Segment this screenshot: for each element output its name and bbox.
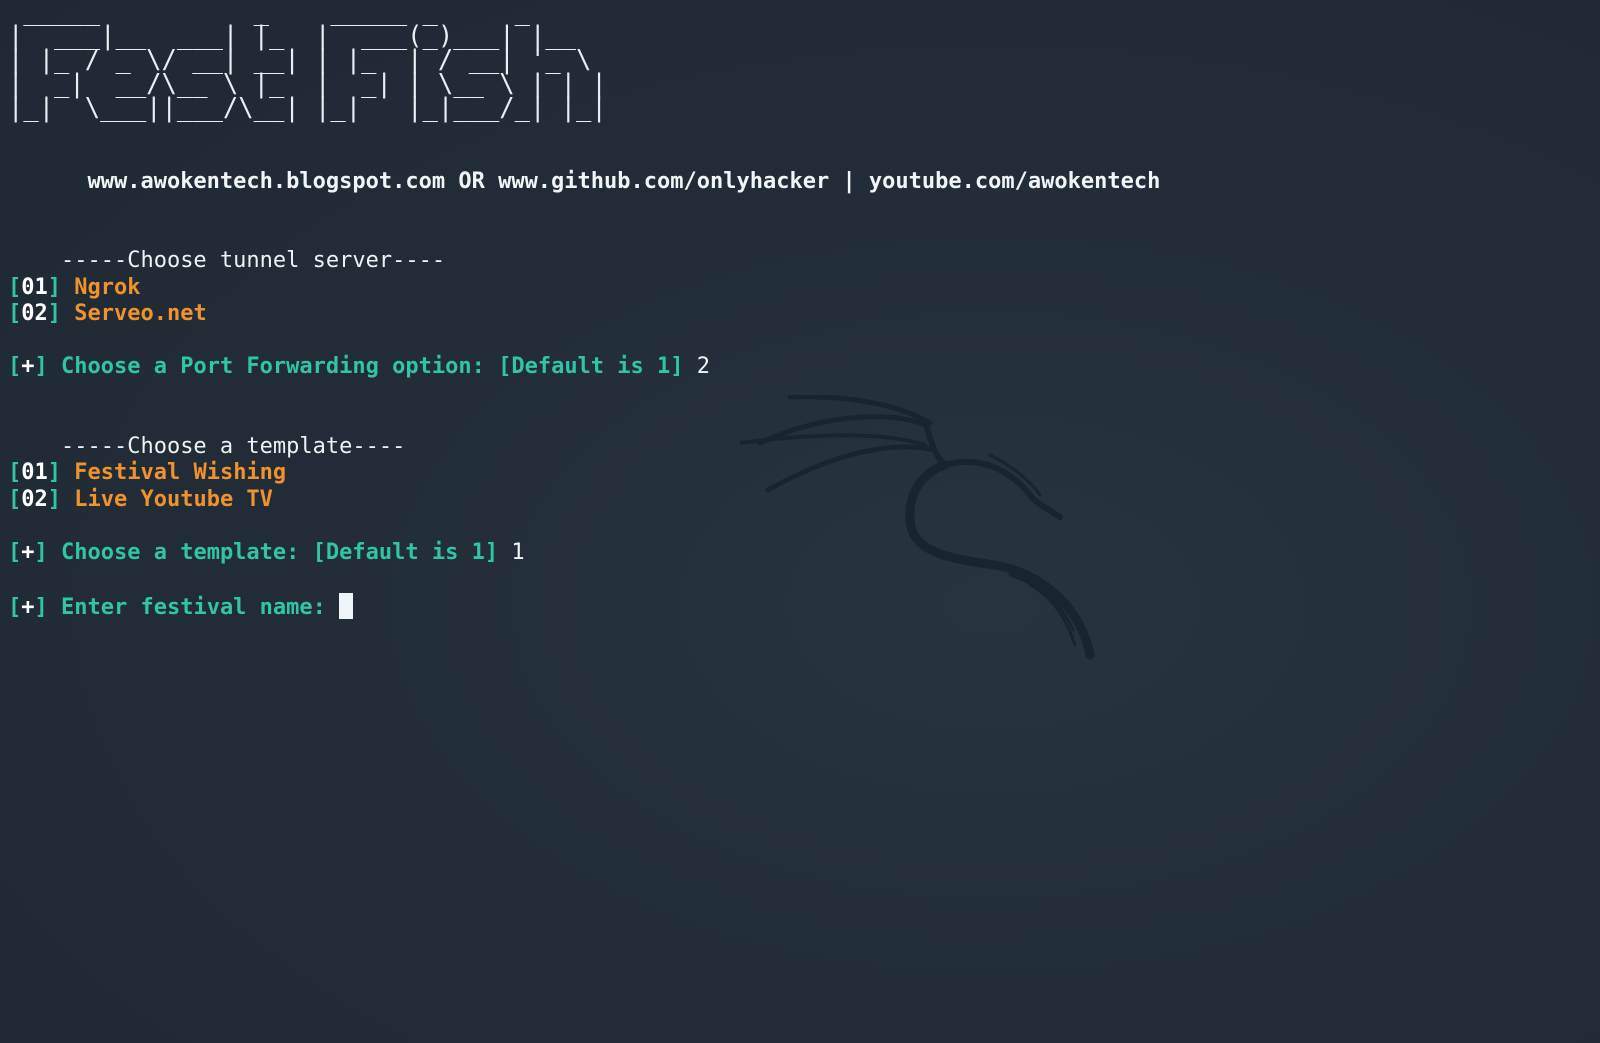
plus-marker: +	[21, 594, 35, 620]
tunnel-header-text: -----Choose tunnel server----	[60, 248, 446, 273]
close-bracket: ]	[47, 486, 61, 512]
close-bracket: ]	[47, 301, 61, 326]
plus-marker: +	[21, 354, 35, 379]
option-number: 02	[21, 301, 48, 326]
prompt-text: Enter festival name:	[61, 594, 326, 620]
credits-text: www.awokentech.blogspot.com OR www.githu…	[60, 168, 1161, 194]
prompt-text: Choose a Port Forwarding option: [Defaul…	[61, 354, 684, 379]
festival-name-prompt[interactable]: [+] Enter festival name:	[8, 592, 1588, 620]
option-label: Ngrok	[74, 274, 141, 300]
open-bracket: [	[8, 301, 22, 326]
close-bracket: ]	[47, 274, 61, 300]
tunnel-header: -----Choose tunnel server----	[8, 222, 1588, 273]
open-bracket: [	[8, 539, 22, 565]
tunnel-option-ngrok: [01] Ngrok	[8, 275, 1588, 302]
prompt-answer: 2	[696, 354, 711, 379]
template-prompt: [+] Choose a template: [Default is 1] 1	[8, 540, 1588, 567]
option-number: 01	[21, 274, 48, 300]
close-bracket: ]	[34, 354, 48, 379]
open-bracket: [	[8, 274, 22, 300]
open-bracket: [	[8, 594, 22, 620]
template-header: -----Choose a template----	[8, 407, 1588, 459]
prompt-text: Choose a template: [Default is 1]	[61, 539, 499, 565]
option-number: 02	[21, 486, 48, 512]
close-bracket: ]	[47, 460, 61, 485]
option-label: Serveo.net	[74, 301, 207, 326]
template-option-youtube: [02] Live Youtube TV	[8, 487, 1588, 514]
template-option-festival: [01] Festival Wishing	[8, 460, 1588, 487]
option-label: Festival Wishing	[74, 460, 287, 485]
prompt-answer: 1	[511, 539, 525, 565]
ascii-banner: _____ _ _____ _ _ | ___|__ ___| |_ | ___…	[8, 0, 1588, 123]
credits-line: www.awokentech.blogspot.com OR www.githu…	[8, 142, 1588, 194]
open-bracket: [	[8, 486, 22, 512]
option-number: 01	[21, 460, 48, 485]
close-bracket: ]	[34, 539, 48, 565]
close-bracket: ]	[34, 594, 48, 620]
port-forwarding-prompt: [+] Choose a Port Forwarding option: [De…	[8, 354, 1588, 381]
open-bracket: [	[8, 460, 22, 485]
open-bracket: [	[8, 354, 22, 379]
block-cursor-icon	[339, 592, 354, 619]
option-label: Live Youtube TV	[74, 486, 273, 512]
terminal-output: _____ _ _____ _ _ | ___|__ ___| |_ | ___…	[8, 0, 1588, 1040]
template-header-text: -----Choose a template----	[60, 433, 406, 459]
banner-line: |_| \___||___/\__| |_| |_|___/_| |_|	[8, 93, 607, 123]
tunnel-option-serveo: [02] Serveo.net	[8, 301, 1588, 328]
plus-marker: +	[21, 539, 35, 565]
